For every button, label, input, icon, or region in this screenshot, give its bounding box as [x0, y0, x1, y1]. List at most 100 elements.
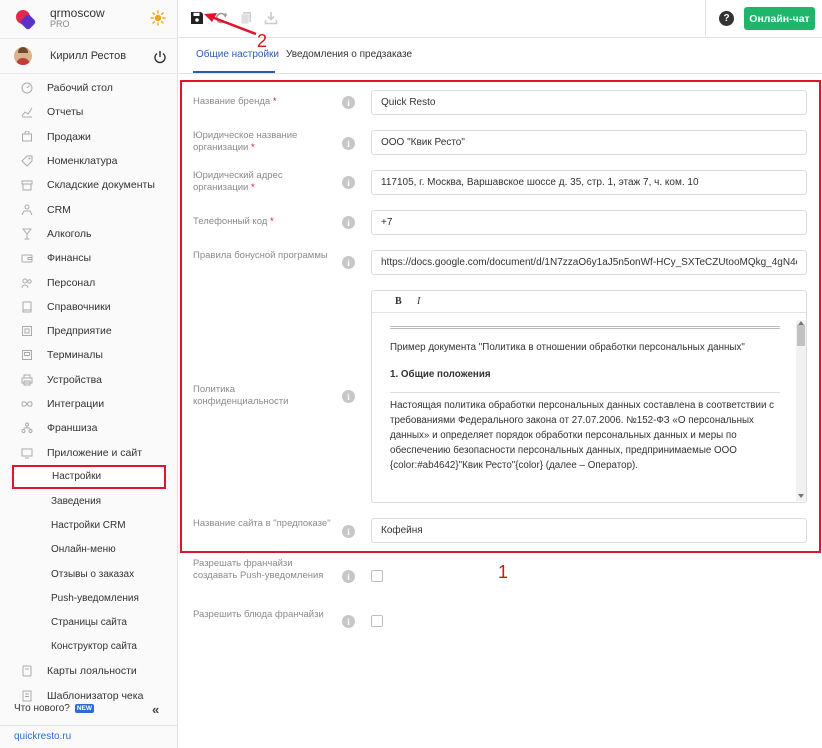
info-icon[interactable]: i	[342, 615, 355, 628]
sidebar: qrmoscow PRO Кирилл Рестов Рабочий стол …	[0, 0, 178, 748]
help-icon[interactable]: ?	[719, 11, 734, 26]
sub-item-order-reviews[interactable]: Отзывы о заказах	[0, 562, 177, 586]
online-chat-button[interactable]: Онлайн-чат	[744, 7, 815, 30]
allow-franchise-dishes-checkbox[interactable]	[371, 615, 383, 627]
cart-icon	[20, 130, 34, 144]
whats-new-link[interactable]: Что нового? NEW	[14, 703, 95, 714]
power-icon[interactable]	[153, 50, 167, 64]
info-icon[interactable]: i	[342, 216, 355, 229]
legal-name-input[interactable]	[371, 130, 807, 155]
nav-item-franchise[interactable]: Франшиза	[0, 416, 177, 440]
collapse-sidebar-icon[interactable]: «	[152, 702, 159, 717]
nav-item-label: Терминалы	[47, 349, 103, 362]
sub-item-online-menu[interactable]: Онлайн-меню	[0, 538, 177, 562]
privacy-policy-editor[interactable]: B I Пример документа "Политика в отношен…	[371, 290, 807, 503]
tab-preorder-notifications[interactable]: Уведомления о предзаказе	[286, 49, 412, 60]
sun-icon[interactable]	[150, 10, 166, 26]
nav-submenu: Настройки Заведения Настройки CRM Онлайн…	[0, 464, 177, 659]
sub-item-settings[interactable]: Настройки	[12, 464, 166, 490]
nav-menu-bottom: Карты лояльности Шаблонизатор чека	[0, 659, 177, 708]
infinity-icon	[20, 397, 34, 411]
sub-item-crm-settings[interactable]: Настройки CRM	[0, 513, 177, 537]
nav-item-integrations[interactable]: Интеграции	[0, 392, 177, 416]
info-icon[interactable]: i	[342, 570, 355, 583]
nav-item-crm[interactable]: CRM	[0, 197, 177, 221]
editor-scrollbar[interactable]	[796, 320, 806, 501]
info-icon[interactable]: i	[342, 390, 355, 403]
nav-item-label: CRM	[47, 203, 71, 216]
user-name: Кирилл Рестов	[50, 50, 127, 62]
info-icon[interactable]: i	[342, 525, 355, 538]
info-icon[interactable]: i	[342, 96, 355, 109]
editor-toolbar: B I	[372, 291, 806, 313]
nav-item-app-and-site[interactable]: Приложение и сайт	[0, 440, 177, 464]
nav-item-references[interactable]: Справочники	[0, 295, 177, 319]
editor-content[interactable]: Пример документа "Политика в отношении о…	[390, 326, 780, 473]
nav-item-staff[interactable]: Персонал	[0, 270, 177, 294]
allow-franchise-push-label: Разрешать франчайзи создавать Push-уведо…	[193, 558, 324, 581]
nav-item-label: Алкоголь	[47, 227, 92, 240]
nav-item-devices[interactable]: Устройства	[0, 368, 177, 392]
user-row[interactable]: Кирилл Рестов	[0, 38, 177, 74]
info-icon[interactable]: i	[342, 137, 355, 150]
nav-item-label: Франшиза	[47, 422, 98, 435]
sub-item-venues[interactable]: Заведения	[0, 489, 177, 513]
dashboard-icon	[20, 81, 34, 95]
italic-button[interactable]: I	[417, 296, 420, 307]
document-paragraph: Настоящая политика обработки персональны…	[390, 400, 775, 471]
editor-divider	[390, 392, 780, 393]
bold-button[interactable]: B	[395, 296, 402, 307]
annotation-number-1: 1	[498, 562, 509, 582]
glass-icon	[20, 227, 34, 241]
scroll-down-icon[interactable]	[798, 494, 804, 498]
brand-header[interactable]: qrmoscow PRO	[0, 0, 177, 38]
sub-item-label: Настройки CRM	[51, 519, 126, 531]
nav-item-nomenclature[interactable]: Номенклатура	[0, 149, 177, 173]
nav-item-terminals[interactable]: Терминалы	[0, 343, 177, 367]
allow-franchise-push-checkbox[interactable]	[371, 570, 383, 582]
new-badge: NEW	[74, 704, 95, 713]
sub-item-site-builder[interactable]: Конструктор сайта	[0, 635, 177, 659]
tab-general-settings[interactable]: Общие настройки	[196, 49, 279, 60]
nav-item-label: Приложение и сайт	[47, 446, 143, 459]
nav-item-label: Справочники	[47, 300, 111, 313]
nav-item-dashboard[interactable]: Рабочий стол	[0, 76, 177, 100]
nav-item-alcohol[interactable]: Алкоголь	[0, 222, 177, 246]
info-icon[interactable]: i	[342, 256, 355, 269]
document-title: Пример документа "Политика в отношении о…	[390, 342, 745, 353]
nav-item-finance[interactable]: Финансы	[0, 246, 177, 270]
nav-item-label: Отчеты	[47, 106, 84, 119]
card-icon	[20, 664, 34, 678]
legal-address-label: Юридический адрес организации *	[193, 170, 283, 193]
tabs: Общие настройки Уведомления о предзаказе	[178, 38, 822, 74]
building-icon	[20, 324, 34, 338]
topbar: ? Онлайн-чат	[178, 0, 822, 38]
nav-item-label: Предприятие	[47, 325, 112, 338]
nav-item-sales[interactable]: Продажи	[0, 125, 177, 149]
preorder-site-input[interactable]	[371, 518, 807, 543]
receipt-icon	[20, 689, 34, 703]
nav-item-warehouse[interactable]: Складские документы	[0, 173, 177, 197]
info-icon[interactable]: i	[342, 176, 355, 189]
quickresto-logo	[14, 8, 37, 31]
brand-name-input[interactable]	[371, 90, 807, 115]
sub-item-site-pages[interactable]: Страницы сайта	[0, 611, 177, 635]
nav-item-label: Продажи	[47, 130, 91, 143]
bonus-rules-input[interactable]	[371, 250, 807, 275]
legal-address-input[interactable]	[371, 170, 807, 195]
nav-item-label: Персонал	[47, 276, 96, 289]
sub-item-push-notifications[interactable]: Push-уведомления	[0, 586, 177, 610]
nav-item-label: Финансы	[47, 252, 92, 265]
nav-item-enterprise[interactable]: Предприятие	[0, 319, 177, 343]
nav-item-loyalty-cards[interactable]: Карты лояльности	[0, 659, 177, 683]
nav-item-reports[interactable]: Отчеты	[0, 100, 177, 124]
brand-name-label: Название бренда *	[193, 96, 277, 107]
scroll-thumb[interactable]	[797, 325, 805, 346]
active-tab-indicator	[193, 71, 275, 73]
nav-item-label: Интеграции	[47, 398, 105, 410]
wallet-icon	[20, 251, 34, 265]
sub-item-label: Заведения	[51, 495, 102, 507]
brand-plan: PRO	[50, 19, 70, 29]
phone-code-input[interactable]	[371, 210, 807, 235]
site-link[interactable]: quickresto.ru	[0, 725, 178, 747]
